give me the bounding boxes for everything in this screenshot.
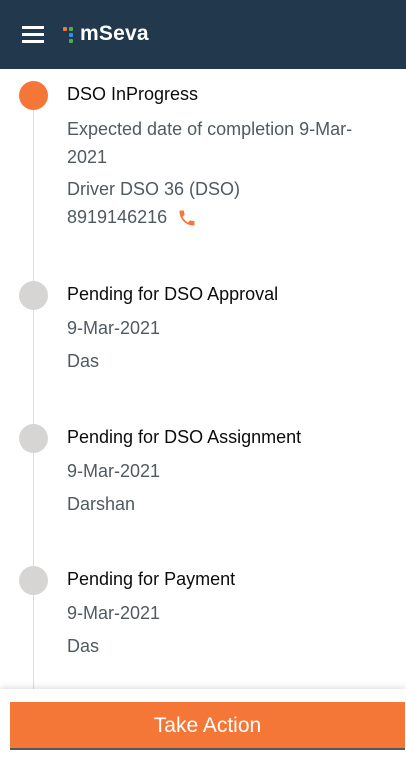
take-action-button[interactable]: Take Action (10, 702, 405, 750)
phone-icon[interactable] (177, 208, 197, 228)
timeline-step-pending-indicator (19, 566, 48, 595)
top-app-bar: mSeva (0, 0, 406, 69)
action-bar: Take Action (0, 689, 406, 760)
timeline-step-date: 9-Mar-2021 (67, 461, 161, 481)
expected-completion-date: Expected date of completion 9-Mar-2021 (67, 119, 353, 167)
timeline-connector (33, 95, 34, 695)
timeline-step-active-indicator (19, 81, 48, 110)
timeline-step-pending-indicator (19, 281, 48, 310)
hamburger-menu-icon[interactable] (22, 26, 44, 44)
assignee-name: Driver DSO 36 (DSO) (67, 179, 241, 199)
timeline-step-date: 9-Mar-2021 (67, 603, 161, 623)
timeline-step-user: Darshan (67, 494, 136, 514)
timeline-step-date: 9-Mar-2021 (67, 318, 161, 338)
timeline-step-status: Pending for DSO Assignment (67, 427, 302, 447)
assignee-phone-number: 8919146216 (67, 207, 168, 227)
timeline-step-user: Das (67, 351, 100, 371)
assignee-phone-row: 8919146216 (67, 203, 197, 231)
timeline-step-status: DSO InProgress (67, 84, 199, 104)
brand-name: mSeva (80, 22, 149, 45)
mseva-logo-icon (63, 24, 79, 44)
timeline-step-status: Pending for DSO Approval (67, 284, 279, 304)
timeline-step-user: Das (67, 636, 100, 656)
timeline-step-status: Pending for Payment (67, 569, 236, 589)
timeline-step-pending-indicator (19, 424, 48, 453)
